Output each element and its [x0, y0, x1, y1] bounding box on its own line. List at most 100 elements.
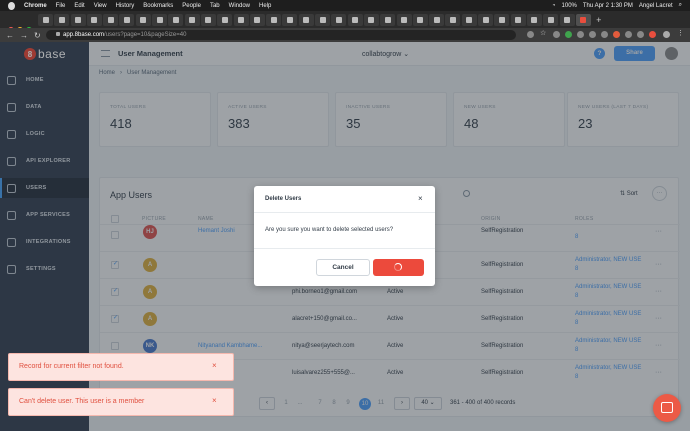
tab-favicon-icon [433, 16, 440, 23]
menu-app-name[interactable]: Chrome [24, 3, 47, 9]
browser-tab[interactable] [86, 13, 102, 26]
tab-favicon-icon [319, 16, 326, 23]
browser-tab[interactable] [200, 13, 216, 26]
browser-tab[interactable] [249, 13, 265, 26]
extension-icon[interactable] [589, 31, 596, 38]
browser-tab[interactable] [298, 13, 314, 26]
menu-history[interactable]: History [116, 3, 135, 9]
spotlight-icon[interactable]: ⌕ [679, 2, 682, 9]
browser-toolbar: ← → ↻ app.8base.com/users?page=10&pageSi… [0, 28, 690, 42]
menu-tab[interactable]: Tab [210, 3, 220, 9]
delete-users-dialog: Delete Users × Are you sure you want to … [254, 186, 435, 286]
confirm-delete-button[interactable] [373, 259, 424, 276]
browser-tab[interactable] [363, 13, 379, 26]
toast-close-icon[interactable]: × [212, 361, 217, 370]
lock-icon [56, 32, 60, 36]
browser-tab[interactable] [103, 13, 119, 26]
chat-icon [661, 402, 673, 413]
browser-tab[interactable] [380, 13, 396, 26]
browser-tab[interactable] [478, 13, 494, 26]
browser-tab[interactable] [119, 13, 135, 26]
extension-icon[interactable] [565, 31, 572, 38]
tab-favicon-icon [75, 16, 82, 23]
tab-favicon-icon [42, 16, 49, 23]
menu-window[interactable]: Window [229, 3, 250, 9]
browser-tab[interactable] [70, 13, 86, 26]
extension-icon[interactable] [613, 31, 620, 38]
extension-icon[interactable] [577, 31, 584, 38]
browser-tab[interactable] [445, 13, 461, 26]
menu-help[interactable]: Help [259, 3, 271, 9]
browser-tab[interactable] [494, 13, 510, 26]
tab-favicon-icon [384, 16, 391, 23]
menu-view[interactable]: View [94, 3, 107, 9]
apple-icon[interactable] [8, 1, 15, 10]
bookmark-star-icon[interactable]: ☆ [540, 29, 547, 37]
tab-favicon-icon [91, 16, 98, 23]
toast-close-icon[interactable]: × [212, 396, 217, 405]
chrome-menu-icon[interactable]: ⋮ [677, 29, 684, 37]
tab-favicon-icon [123, 16, 130, 23]
dialog-footer: Cancel [254, 248, 435, 286]
tab-favicon-icon [172, 16, 179, 23]
browser-tab[interactable] [396, 13, 412, 26]
dialog-message: Are you sure you want to delete selected… [265, 227, 394, 233]
forward-icon[interactable]: → [20, 31, 28, 40]
browser-tab[interactable] [54, 13, 70, 26]
close-icon[interactable]: × [418, 194, 423, 203]
clock[interactable]: Thu Apr 2 1:30 PM [583, 3, 633, 9]
tab-favicon-icon [270, 16, 277, 23]
browser-tab[interactable] [559, 13, 575, 26]
tab-favicon-icon [482, 16, 489, 23]
browser-tab[interactable] [152, 13, 168, 26]
browser-tab[interactable] [526, 13, 542, 26]
browser-tab[interactable] [543, 13, 559, 26]
browser-tab[interactable] [168, 13, 184, 26]
profile-avatar-icon[interactable] [663, 31, 670, 38]
extension-icon[interactable] [601, 31, 608, 38]
browser-tab[interactable] [429, 13, 445, 26]
tab-favicon-icon [335, 16, 342, 23]
browser-tab[interactable] [233, 13, 249, 26]
extension-icon[interactable] [527, 31, 534, 38]
error-toast: Can't delete user. This user is a member… [8, 388, 234, 416]
address-bar[interactable]: app.8base.com/users?page=10&pageSize=40 [46, 30, 516, 40]
browser-tab[interactable] [412, 13, 428, 26]
browser-tab[interactable] [38, 13, 53, 26]
tab-favicon-icon [498, 16, 505, 23]
browser-tab[interactable] [461, 13, 477, 26]
browser-tab[interactable] [331, 13, 347, 26]
tab-favicon-icon [531, 16, 538, 23]
browser-tab[interactable] [217, 13, 233, 26]
tab-favicon-icon [238, 16, 245, 23]
browser-tab[interactable] [184, 13, 200, 26]
extension-icon[interactable] [625, 31, 632, 38]
new-tab-icon[interactable]: + [596, 15, 601, 25]
dialog-header: Delete Users × [254, 186, 435, 213]
tab-favicon-icon [58, 16, 65, 23]
user-name[interactable]: Angel Lacret [639, 3, 673, 9]
menu-file[interactable]: File [56, 3, 66, 9]
browser-tab[interactable] [510, 13, 526, 26]
browser-tab[interactable] [135, 13, 151, 26]
url-path: /users?page=10&pageSize=40 [104, 32, 187, 38]
cancel-button[interactable]: Cancel [316, 259, 370, 276]
menu-people[interactable]: People [182, 3, 201, 9]
browser-tab[interactable] [266, 13, 282, 26]
chat-launcher-button[interactable] [653, 394, 681, 422]
menu-bookmarks[interactable]: Bookmarks [143, 3, 173, 9]
menu-edit[interactable]: Edit [74, 3, 84, 9]
tab-favicon-icon [368, 16, 375, 23]
extension-icon[interactable] [649, 31, 656, 38]
browser-tab[interactable] [282, 13, 298, 26]
tab-favicon-icon [156, 16, 163, 23]
extension-icon[interactable] [553, 31, 560, 38]
extension-icon[interactable] [637, 31, 644, 38]
browser-tab[interactable] [315, 13, 331, 26]
browser-tab-active[interactable] [575, 13, 591, 26]
reload-icon[interactable]: ↻ [34, 31, 41, 40]
wifi-icon[interactable]: ◔ [552, 3, 556, 9]
back-icon[interactable]: ← [6, 31, 14, 40]
browser-tab[interactable] [347, 13, 363, 26]
toast-message: Record for current filter not found. [19, 363, 124, 370]
